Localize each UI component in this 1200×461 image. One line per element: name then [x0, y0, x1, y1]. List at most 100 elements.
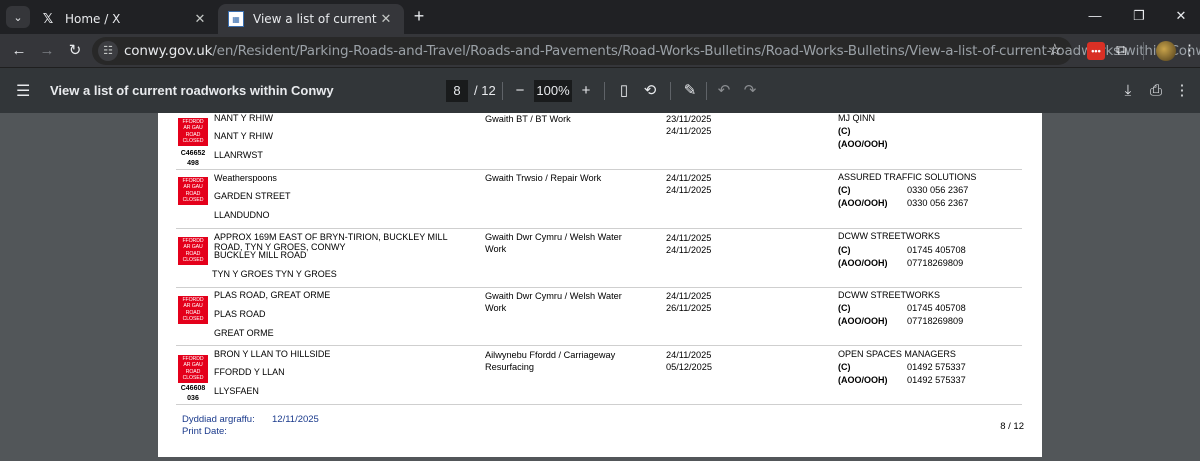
- out-of-hours-label: (AOO/OOH): [838, 316, 888, 326]
- toolbar-divider: [502, 82, 503, 100]
- out-of-hours-label: (AOO/OOH): [838, 139, 888, 149]
- town-name: LLANDUDNO: [214, 210, 270, 220]
- contact-label: (C): [838, 303, 851, 313]
- bookmark-star-icon[interactable]: ☆: [1048, 40, 1062, 60]
- reload-icon[interactable]: ↻: [62, 38, 88, 64]
- work-type: Gwaith Trwsio / Repair Work: [485, 173, 602, 183]
- work-type: Ailwynebu Ffordd / Carriageway Resurfaci…: [485, 350, 616, 372]
- new-tab-button[interactable]: +: [408, 6, 430, 28]
- work-type: Gwaith Dwr Cymru / Welsh Water Work: [485, 291, 622, 313]
- annotate-pen-icon[interactable]: ✎: [680, 80, 700, 102]
- close-tab-icon[interactable]: ✕: [192, 12, 208, 27]
- close-window-icon[interactable]: ✕: [1166, 6, 1196, 28]
- out-of-hours-phone: 07718269809: [907, 316, 964, 326]
- street-name: NANT Y RHIW: [214, 131, 274, 141]
- minimize-icon[interactable]: —: [1080, 6, 1110, 28]
- restore-icon[interactable]: ❐: [1124, 6, 1154, 28]
- tab-strip: ⌄ 𝕏 Home / X ✕ ▦ View a list of current …: [0, 0, 1200, 34]
- end-date: 24/11/2025: [666, 126, 712, 136]
- download-icon[interactable]: ⤓: [1118, 80, 1138, 102]
- table-row: FFORDD AR GAU ROAD CLOSED C46608 036 BRON Y…: [176, 346, 1022, 405]
- site-info-icon[interactable]: ☷: [98, 41, 118, 61]
- out-of-hours-label: (AOO/OOH): [838, 375, 888, 385]
- zoom-in-icon[interactable]: +: [576, 80, 596, 102]
- redo-icon[interactable]: ↷: [740, 80, 760, 102]
- contractor-name: MJ QINN: [838, 113, 875, 123]
- undo-icon[interactable]: ↶: [714, 80, 734, 102]
- end-date: 24/11/2025: [666, 185, 712, 195]
- toolbar-divider: [670, 82, 671, 100]
- start-date: 24/11/2025: [666, 291, 712, 301]
- start-date: 23/11/2025: [666, 114, 712, 124]
- table-row: FFORDD AR GAU ROAD CLOSED Weatherspoons GAR…: [176, 170, 1022, 229]
- work-type: Gwaith BT / BT Work: [485, 114, 571, 124]
- zoom-input[interactable]: 100%: [534, 80, 572, 102]
- location-line: APPROX 169M EAST OF BRYN-TIRION, BUCKLEY…: [214, 232, 448, 252]
- hamburger-menu-icon[interactable]: ☰: [16, 81, 30, 101]
- contact-label: (C): [838, 126, 851, 136]
- pdf-page: FFORDD AR GAU ROAD CLOSED C46652 498 NANT Y…: [158, 113, 1042, 457]
- contact-label: (C): [838, 362, 851, 372]
- address-bar[interactable]: ☷ conwy.gov.uk/en/Resident/Parking-Roads…: [92, 37, 1200, 65]
- toolbar-divider: [604, 82, 605, 100]
- street-name: FFORDD Y LLAN: [214, 367, 285, 377]
- page-total: / 12: [474, 83, 496, 98]
- forward-arrow-icon[interactable]: →: [34, 38, 60, 64]
- end-date: 26/11/2025: [666, 303, 712, 313]
- rotate-icon[interactable]: ⟲: [640, 80, 660, 102]
- close-tab-icon[interactable]: ✕: [378, 12, 394, 27]
- table-row: FFORDD AR GAU ROAD CLOSED PLAS ROAD, GREAT …: [176, 288, 1022, 346]
- back-arrow-icon[interactable]: ←: [6, 38, 32, 64]
- location-line: PLAS ROAD, GREAT ORME: [214, 290, 331, 300]
- table-row: FFORDD AR GAU ROAD CLOSED APPROX 169M EAST …: [176, 229, 1022, 288]
- location-line: NANT Y RHIW: [214, 113, 274, 123]
- start-date: 24/11/2025: [666, 173, 712, 183]
- more-menu-icon[interactable]: ⋮: [1182, 42, 1197, 60]
- badge-line: CLOSED: [182, 375, 204, 382]
- contractor-name: DCWW STREETWORKS: [838, 290, 940, 300]
- out-of-hours-phone: 07718269809: [907, 258, 964, 268]
- contractor-name: DCWW STREETWORKS: [838, 231, 940, 241]
- end-date: 05/12/2025: [666, 362, 712, 372]
- road-closed-badge: FFORDD AR GAU ROAD CLOSED: [178, 177, 208, 205]
- print-date-label-welsh: Dyddiad argraffu:: [182, 414, 255, 425]
- zoom-out-icon[interactable]: −: [510, 80, 530, 102]
- works-reference: C46652 498: [180, 150, 206, 167]
- town-name: LLANRWST: [214, 150, 263, 160]
- start-date: 24/11/2025: [666, 233, 712, 243]
- browser-toolbar: ← → ↻ ☷ conwy.gov.uk/en/Resident/Parking…: [0, 34, 1200, 67]
- tab-roadworks[interactable]: ▦ View a list of current roadworks ✕: [218, 4, 404, 34]
- pdf-toolbar: ☰ View a list of current roadworks withi…: [0, 67, 1200, 113]
- works-reference: C46608 036: [180, 385, 206, 402]
- page-number-input[interactable]: 8: [446, 80, 468, 102]
- contact-phone: 01492 575337: [907, 362, 966, 372]
- out-of-hours-label: (AOO/OOH): [838, 258, 888, 268]
- document-viewport[interactable]: FFORDD AR GAU ROAD CLOSED C46652 498 NANT Y…: [0, 113, 1200, 461]
- road-closed-badge: FFORDD AR GAU ROAD CLOSED: [178, 355, 208, 383]
- tab-title: View a list of current roadworks: [253, 12, 378, 26]
- url-host: conwy.gov.uk: [124, 43, 213, 59]
- contact-label: (C): [838, 245, 851, 255]
- contact-phone: 0330 056 2367: [907, 185, 969, 195]
- contractor-name: ASSURED TRAFFIC SOLUTIONS: [838, 172, 977, 182]
- fit-page-icon[interactable]: ▯: [614, 80, 634, 102]
- road-closed-badge: FFORDD AR GAU ROAD CLOSED: [178, 237, 208, 265]
- work-type: Gwaith Dwr Cymru / Welsh Water Work: [485, 232, 622, 254]
- tab-search-chevron-icon[interactable]: ⌄: [6, 6, 30, 28]
- out-of-hours-label: (AOO/OOH): [838, 198, 888, 208]
- print-date-label-english: Print Date:: [182, 426, 227, 437]
- tab-home-x[interactable]: 𝕏 Home / X ✕: [30, 4, 218, 34]
- extensions-puzzle-icon[interactable]: ⧉: [1116, 42, 1134, 60]
- profile-avatar[interactable]: [1156, 41, 1176, 61]
- conwy-favicon: ▦: [228, 11, 244, 27]
- toolbar-divider: [1143, 42, 1144, 60]
- street-name: PLAS ROAD: [214, 309, 266, 319]
- extension-red-icon[interactable]: •••: [1087, 42, 1105, 60]
- print-date-value: 12/11/2025: [272, 414, 319, 425]
- location-line: Weatherspoons: [214, 173, 277, 183]
- pdf-title: View a list of current roadworks within …: [50, 83, 334, 98]
- print-icon[interactable]: ⎙: [1146, 80, 1166, 102]
- url-text[interactable]: conwy.gov.uk/en/Resident/Parking-Roads-a…: [124, 37, 1200, 65]
- more-actions-icon[interactable]: ⋮: [1172, 80, 1192, 102]
- road-closed-badge: FFORDD AR GAU ROAD CLOSED: [178, 296, 208, 324]
